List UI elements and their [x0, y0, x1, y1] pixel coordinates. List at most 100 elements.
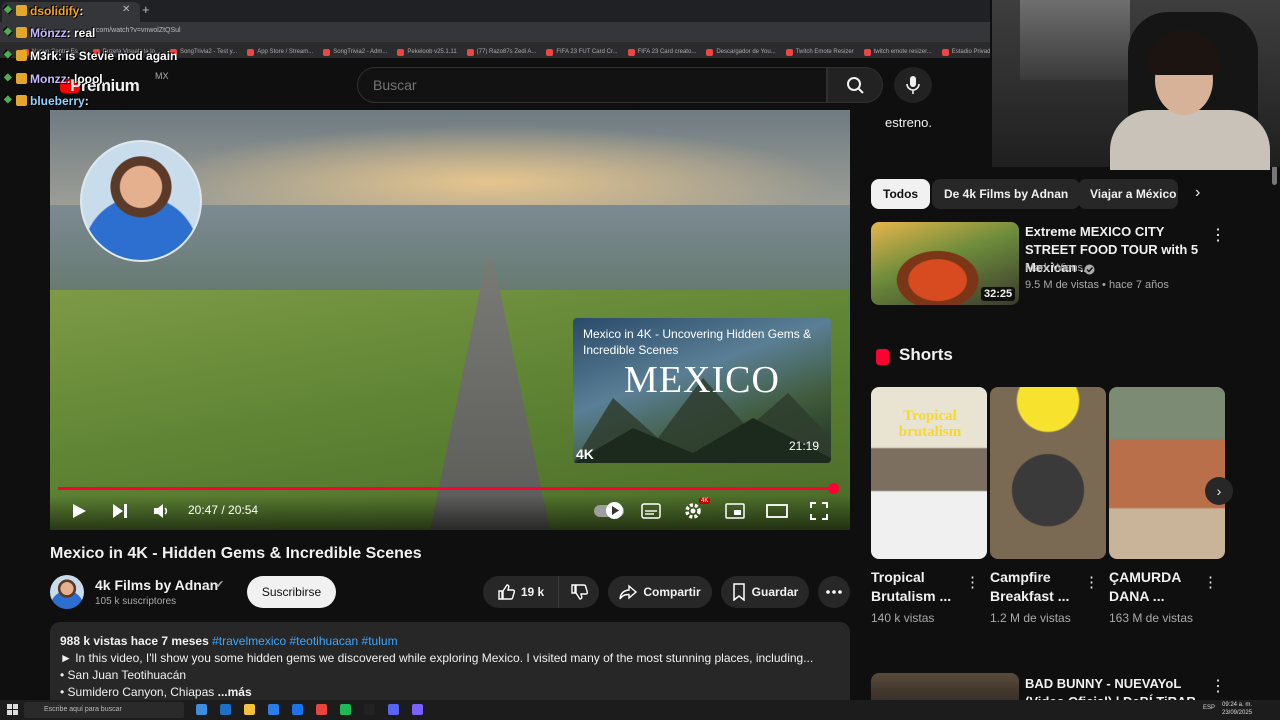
- bookmark-item[interactable]: Descargador de You...: [706, 46, 776, 58]
- taskbar-app-icon[interactable]: [292, 704, 303, 715]
- like-count: 19 k: [520, 585, 545, 599]
- short-thumbnail[interactable]: [1109, 387, 1225, 559]
- bookmark-icon: [732, 583, 745, 601]
- search-input[interactable]: [357, 67, 827, 103]
- recommended-meta: 9.5 M de vistas • hace 7 años: [1025, 279, 1169, 291]
- chat-subscriber-badge-icon: [16, 95, 27, 106]
- taskbar-app-icon[interactable]: [172, 704, 183, 715]
- bookmark-item[interactable]: twitch emote resizer...: [863, 46, 932, 58]
- new-tab-button[interactable]: +: [142, 2, 150, 17]
- bookmark-item[interactable]: Estadio Privado: [941, 46, 990, 58]
- short-thumbnail[interactable]: [990, 387, 1106, 559]
- short-title[interactable]: ÇAMURDA DANA ...: [1109, 568, 1199, 606]
- channel-watermark-avatar[interactable]: [80, 140, 202, 262]
- share-button[interactable]: Compartir: [608, 576, 712, 608]
- channel-name[interactable]: 4k Films by Adnan: [95, 577, 218, 593]
- more-vertical-icon[interactable]: ⋮: [1210, 225, 1226, 245]
- more-vertical-icon[interactable]: ⋮: [1084, 573, 1099, 591]
- like-button[interactable]: 19 k: [483, 576, 558, 608]
- windows-start-icon[interactable]: [7, 704, 19, 716]
- volume-icon[interactable]: [152, 502, 170, 520]
- bookmark-item[interactable]: SongTrivia2 - Test y...: [169, 46, 237, 58]
- chip-channel[interactable]: De 4k Films by Adnan: [932, 179, 1081, 209]
- recommended-channel[interactable]: Mark Wiens: [1025, 262, 1083, 274]
- subtitles-icon[interactable]: [641, 502, 661, 520]
- play-icon: [612, 506, 619, 515]
- chevron-right-icon[interactable]: ›: [1195, 184, 1200, 202]
- more-vertical-icon[interactable]: ⋮: [965, 573, 980, 591]
- short-overlay-text: Tropical brutalism: [898, 408, 962, 440]
- taskbar-clock[interactable]: 09:24 a. m. 23/09/2025: [1222, 701, 1252, 717]
- bookmark-favicon-icon: [627, 48, 635, 56]
- taskbar-app-icon[interactable]: [340, 704, 351, 715]
- bookmark-item[interactable]: FIFA 23 Card creato...: [627, 46, 696, 58]
- video-title: Mexico in 4K - Hidden Gems & Incredible …: [50, 545, 422, 562]
- search-button[interactable]: [827, 67, 883, 103]
- shorts-icon: [876, 349, 889, 365]
- verified-check-icon: ✔: [215, 579, 225, 591]
- taskbar-app-icon[interactable]: [316, 704, 327, 715]
- chip-todos[interactable]: Todos: [871, 179, 931, 209]
- short-views: 140 k vistas: [871, 611, 935, 625]
- next-video-icon[interactable]: [111, 502, 129, 520]
- autoplay-toggle-knob[interactable]: [606, 502, 623, 519]
- bookmark-item[interactable]: App Store / Stream...: [247, 46, 313, 58]
- play-icon[interactable]: [70, 502, 88, 520]
- bookmark-item[interactable]: (77) Razo87s Zedi A...: [466, 46, 536, 58]
- voice-search-button[interactable]: [894, 67, 932, 103]
- shorts-next-button[interactable]: ›: [1205, 477, 1233, 505]
- description-box[interactable]: 988 k vistas hace 7 meses #travelmexico …: [50, 622, 850, 712]
- fullscreen-icon[interactable]: [809, 501, 829, 521]
- more-actions-button[interactable]: [818, 576, 850, 608]
- endcard-title[interactable]: Mexico in 4K - Uncovering Hidden Gems & …: [583, 326, 823, 358]
- chat-message: ◆ Monzz: loool: [4, 72, 103, 86]
- short-title[interactable]: Tropical Brutalism ...: [871, 568, 961, 606]
- taskbar-app-icon[interactable]: [388, 704, 399, 715]
- region-code: MX: [155, 71, 169, 81]
- description-line-last: • Sumidero Canyon, Chiapas ...más: [60, 684, 840, 701]
- bookmark-favicon-icon: [863, 48, 871, 56]
- dislike-button[interactable]: [558, 576, 599, 608]
- settings-gear-icon[interactable]: [683, 501, 703, 521]
- chat-text: : real: [66, 26, 96, 40]
- theater-mode-icon[interactable]: [766, 502, 788, 520]
- chat-text: : is Stevie mod again: [58, 49, 178, 63]
- chat-text: :: [79, 4, 84, 18]
- taskbar-app-icon[interactable]: [268, 704, 279, 715]
- endcard-4k-badge: 4K: [576, 446, 594, 462]
- bookmark-item[interactable]: SongTrivia2 - Adm...: [323, 46, 387, 58]
- chat-subscriber-badge-icon: [16, 73, 27, 84]
- taskbar-search[interactable]: Escribe aquí para buscar: [24, 702, 184, 718]
- bookmark-item[interactable]: FIFA 23 FUT Card Cr...: [546, 46, 618, 58]
- thumbs-down-icon: [571, 584, 588, 600]
- subscribe-button[interactable]: Suscribirse: [247, 576, 336, 608]
- chat-message: ◆ M3rk: is Stevie mod again: [4, 49, 177, 63]
- microphone-icon: [906, 76, 920, 94]
- taskbar-app-icon[interactable]: [244, 704, 255, 715]
- shorts-heading: Shorts: [899, 345, 953, 364]
- input-language[interactable]: ESP: [1203, 705, 1215, 711]
- more-vertical-icon[interactable]: ⋮: [1210, 676, 1226, 696]
- chip-travel[interactable]: Viajar a México: [1078, 179, 1178, 209]
- url-text: com/watch?v=vnwolZtQSul: [96, 27, 181, 34]
- taskbar-app-icon[interactable]: [412, 704, 423, 715]
- description-hashtags[interactable]: #travelmexico #teotihuacan #tulum: [212, 634, 397, 648]
- bookmark-favicon-icon: [323, 48, 331, 56]
- close-icon[interactable]: ✕: [122, 4, 130, 15]
- more-vertical-icon[interactable]: ⋮: [1203, 573, 1218, 591]
- bookmark-label: Estadio Privado: [951, 49, 990, 55]
- short-title[interactable]: Campfire Breakfast ...: [990, 568, 1080, 606]
- show-more-link[interactable]: ...más: [214, 685, 252, 699]
- save-button[interactable]: Guardar: [721, 576, 809, 608]
- bookmark-item[interactable]: Pekeloob v25.1.11: [397, 46, 457, 58]
- bookmark-item[interactable]: Twitch Emote Resizer: [785, 46, 854, 58]
- taskbar-app-icon[interactable]: [196, 704, 207, 715]
- bookmark-favicon-icon: [706, 48, 714, 56]
- taskbar-app-icon[interactable]: [220, 704, 231, 715]
- scrollbar[interactable]: [1272, 165, 1277, 185]
- chat-username: dsolidify: [30, 4, 80, 18]
- bookmark-label: Twitch Emote Resizer: [795, 49, 854, 55]
- miniplayer-icon[interactable]: [725, 502, 745, 520]
- channel-avatar[interactable]: [50, 575, 84, 609]
- taskbar-app-icon[interactable]: [364, 704, 375, 715]
